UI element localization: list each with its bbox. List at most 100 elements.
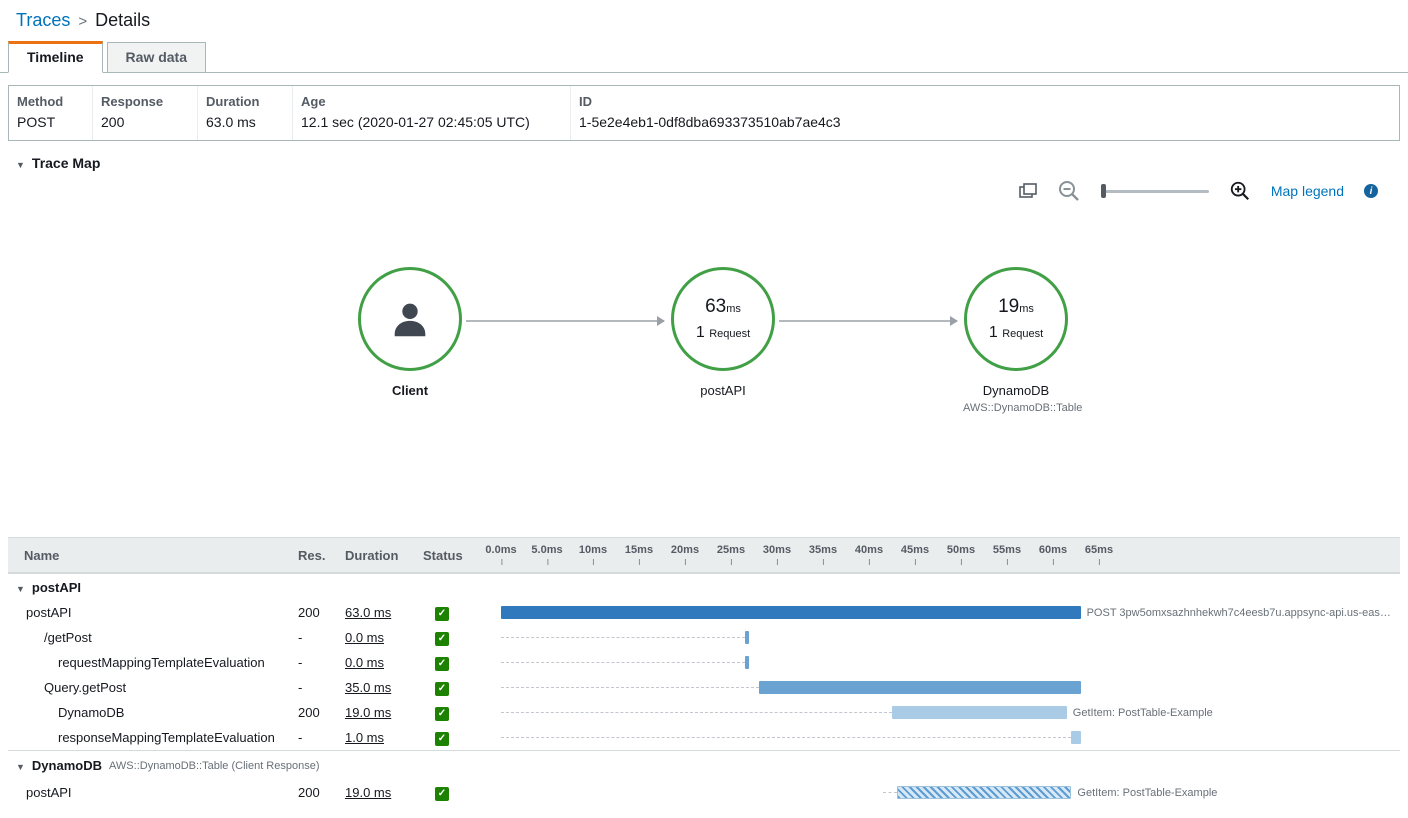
summary-col-duration: Duration 63.0 ms <box>198 86 293 140</box>
status-ok-icon <box>435 787 449 801</box>
status-ok-icon <box>435 732 449 746</box>
status-ok-icon <box>435 682 449 696</box>
summary-header: Duration <box>198 86 292 112</box>
axis-tick: 40ms <box>855 544 883 556</box>
segment-duration: 19.0 ms <box>345 705 391 720</box>
segment-duration: 63.0 ms <box>345 605 391 620</box>
group-sublabel: AWS::DynamoDB::Table (Client Response) <box>109 760 320 772</box>
segment-res: 200 <box>298 705 345 720</box>
timeline-header: Name Res. Duration Status 0.0ms 5.0ms 10… <box>8 537 1400 573</box>
segment-chart <box>485 725 1400 750</box>
status-ok-icon <box>435 632 449 646</box>
map-controls: Map legend <box>0 175 1408 207</box>
timeline-leader <box>501 687 759 688</box>
node-label: Client <box>357 383 463 398</box>
trace-map-title: Trace Map <box>32 155 100 171</box>
group-label: DynamoDB <box>32 758 102 773</box>
axis-tick: 60ms <box>1039 544 1067 556</box>
node-request-label: Request <box>1002 328 1043 340</box>
tab-timeline[interactable]: Timeline <box>8 41 103 73</box>
summary-value: POST <box>9 112 92 140</box>
timeline-group-postapi[interactable]: postAPI <box>8 573 1400 600</box>
segment-chart <box>485 675 1400 700</box>
segment-chart <box>485 625 1400 650</box>
timeline-leader <box>501 737 1071 738</box>
axis-tick: 30ms <box>763 544 791 556</box>
timeline-leader <box>883 792 897 793</box>
segment-chart <box>485 650 1400 675</box>
axis-tick: 20ms <box>671 544 699 556</box>
timeline-leader <box>501 712 892 713</box>
group-label: postAPI <box>32 580 81 595</box>
segment-res: - <box>298 655 345 670</box>
segment-res: 200 <box>298 605 345 620</box>
axis-tick: 65ms <box>1085 544 1113 556</box>
edge-arrow <box>779 320 957 322</box>
service-node-circle[interactable]: 19ms 1 Request <box>964 267 1068 371</box>
trace-summary-table: Method POST Response 200 Duration 63.0 m… <box>8 85 1400 141</box>
info-icon[interactable] <box>1364 184 1378 198</box>
map-node-postapi[interactable]: 63ms 1 Request postAPI <box>670 267 776 398</box>
timeline-leader <box>501 662 745 663</box>
tab-bar: Timeline Raw data <box>0 43 1408 73</box>
zoom-in-icon[interactable] <box>1229 180 1251 202</box>
segment-duration: 1.0 ms <box>345 730 384 745</box>
breadcrumb: Traces>Details <box>0 0 1408 31</box>
column-header-res: Res. <box>298 548 345 563</box>
table-row: postAPI 200 63.0 ms POST 3pw5omxsazhnhek… <box>8 600 1400 625</box>
service-node-circle[interactable]: 63ms 1 Request <box>671 267 775 371</box>
summary-value: 1-5e2e4eb1-0df8dba693373510ab7ae4c3 <box>571 112 1399 140</box>
node-request-label: Request <box>709 328 750 340</box>
summary-header: ID <box>571 86 1399 112</box>
zoom-out-icon[interactable] <box>1057 179 1081 203</box>
column-header-status: Status <box>423 548 485 563</box>
slider-handle[interactable] <box>1101 184 1106 198</box>
segment-res: - <box>298 730 345 745</box>
axis-tick: 50ms <box>947 544 975 556</box>
trace-map-section-toggle[interactable]: Trace Map <box>0 141 1408 171</box>
table-row: /getPost - 0.0 ms <box>8 625 1400 650</box>
trace-map-canvas: Client 63ms 1 Request postAPI 19ms 1 Req… <box>0 207 1408 537</box>
slider-track[interactable] <box>1101 190 1209 193</box>
map-zoom-slider[interactable] <box>1101 183 1209 199</box>
node-duration: 19 <box>998 296 1019 317</box>
collapse-triangle-icon <box>16 155 25 171</box>
summary-col-method: Method POST <box>9 86 93 140</box>
breadcrumb-current: Details <box>95 10 150 30</box>
time-axis: 0.0ms 5.0ms 10ms 15ms 20ms 25ms 30ms 35m… <box>485 538 1400 572</box>
axis-tick: 55ms <box>993 544 1021 556</box>
edge-arrow <box>466 320 664 322</box>
segment-chart: GetItem: PostTable-Example <box>485 780 1400 805</box>
segment-name: Query.getPost <box>8 680 298 695</box>
fit-to-window-icon[interactable] <box>1019 183 1037 199</box>
table-row: DynamoDB 200 19.0 ms GetItem: PostTable-… <box>8 700 1400 725</box>
tab-raw-data[interactable]: Raw data <box>107 42 206 72</box>
summary-col-response: Response 200 <box>93 86 198 140</box>
summary-header: Age <box>293 86 570 112</box>
segment-name: postAPI <box>8 605 298 620</box>
summary-value: 12.1 sec (2020-01-27 02:45:05 UTC) <box>293 112 570 140</box>
timeline-bar <box>892 706 1067 719</box>
segment-name: responseMappingTemplateEvaluation <box>8 730 298 745</box>
segment-duration: 19.0 ms <box>345 785 391 800</box>
summary-header: Response <box>93 86 197 112</box>
segment-chart: POST 3pw5omxsazhnhekwh7c4eesb7u.appsync-… <box>485 600 1400 625</box>
map-node-client[interactable]: Client <box>357 267 463 398</box>
client-node-circle[interactable] <box>358 267 462 371</box>
breadcrumb-traces-link[interactable]: Traces <box>16 10 70 30</box>
map-legend-link[interactable]: Map legend <box>1271 183 1344 199</box>
summary-col-id: ID 1-5e2e4eb1-0df8dba693373510ab7ae4c3 <box>571 86 1399 140</box>
map-node-dynamodb[interactable]: 19ms 1 Request DynamoDB AWS::DynamoDB::T… <box>963 267 1069 414</box>
status-ok-icon <box>435 607 449 621</box>
segment-res: 200 <box>298 785 345 800</box>
segment-chart: GetItem: PostTable-Example <box>485 700 1400 725</box>
bar-annotation: GetItem: PostTable-Example <box>1077 787 1217 799</box>
segment-res: - <box>298 680 345 695</box>
summary-header: Method <box>9 86 92 112</box>
segment-name: postAPI <box>8 785 298 800</box>
segment-duration: 0.0 ms <box>345 655 384 670</box>
axis-tick: 0.0ms <box>485 544 516 556</box>
status-ok-icon <box>435 657 449 671</box>
timeline-group-dynamodb[interactable]: DynamoDB AWS::DynamoDB::Table (Client Re… <box>8 750 1400 780</box>
bar-annotation: POST 3pw5omxsazhnhekwh7c4eesb7u.appsync-… <box>1087 607 1391 619</box>
